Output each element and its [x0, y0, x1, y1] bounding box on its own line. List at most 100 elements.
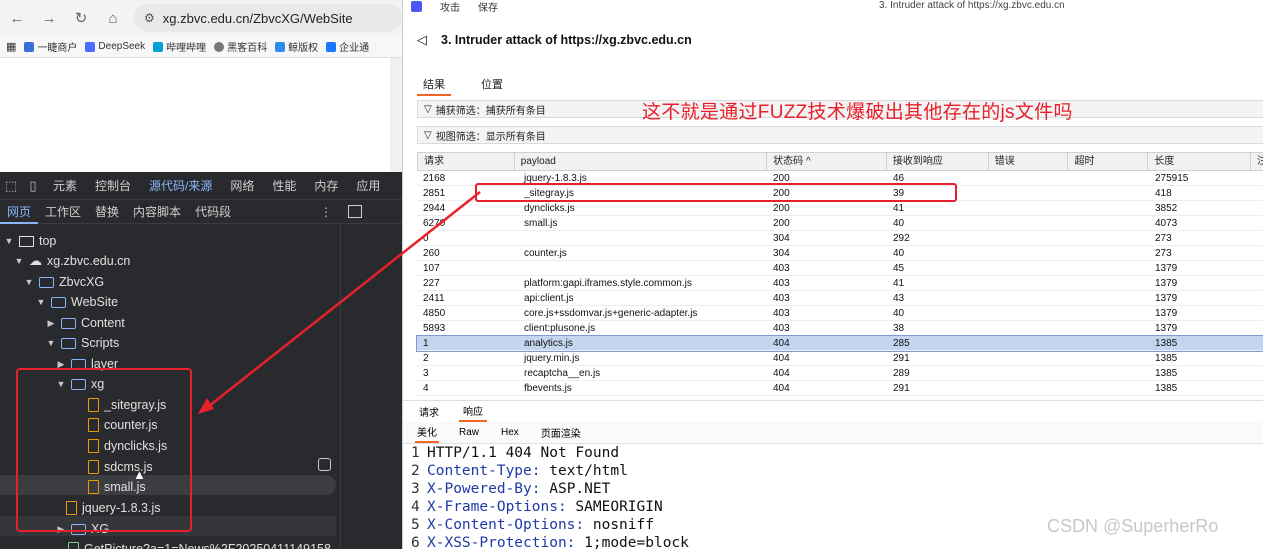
table-row[interactable]: 107 403 45 1379	[417, 261, 1263, 276]
back-icon[interactable]: ←	[6, 7, 28, 29]
tab-pretty[interactable]: 美化	[415, 422, 439, 443]
highlight-box	[475, 183, 957, 202]
bookmark-item[interactable]: 鲸版权	[275, 39, 318, 54]
table-cell: 285	[893, 338, 910, 349]
bookmark-item[interactable]: DeepSeek	[85, 41, 145, 52]
table-row[interactable]: 4 fbevents.js 404 291 1385	[417, 381, 1263, 396]
table-cell	[989, 216, 1069, 230]
table-cell	[989, 336, 1069, 350]
column-header[interactable]: 接收到响应	[887, 153, 989, 170]
tab-elements[interactable]: 元素	[44, 172, 86, 199]
table-row[interactable]: 2 jquery.min.js 404 291 1385	[417, 351, 1263, 366]
column-header[interactable]: 错误	[989, 153, 1069, 170]
devtools-tabbar: ⬚ ▯ 元素 控制台 源代码/来源 网络 性能 内存 应用	[0, 172, 402, 200]
home-icon[interactable]: ⌂	[102, 7, 124, 29]
tree-node-file[interactable]: GetPicture?a=1=News%2F20250411149158	[68, 539, 331, 549]
filter-icon: ▽	[424, 103, 432, 115]
subtab-snippets[interactable]: 代码段	[188, 200, 238, 224]
table-cell: 292	[893, 233, 910, 244]
table-row[interactable]: 1 analytics.js 404 285 1385	[416, 335, 1263, 352]
bookmarks-bar: ▦ 一睫商户 DeepSeek 哔哩哔哩 黑客百科 鲸版权 企业通	[0, 36, 402, 58]
table-cell: 404	[773, 338, 790, 349]
table-cell	[1069, 186, 1149, 200]
tree-node-top[interactable]: ▼ top	[4, 231, 57, 251]
tab-hex[interactable]: Hex	[499, 425, 521, 440]
table-row[interactable]: 2411 api:client.js 403 43 1379	[417, 291, 1263, 306]
table-row[interactable]: 227 platform:gapi.iframes.style.common.js…	[417, 276, 1263, 291]
page-content	[0, 58, 390, 172]
subtab-overrides[interactable]: 替换	[88, 200, 126, 224]
table-cell	[989, 201, 1069, 215]
tree-node-folder[interactable]: ▼ ZbvcXG	[24, 272, 105, 292]
menu-save[interactable]: 保存	[478, 0, 498, 14]
subtab-content-scripts[interactable]: 内容脚本	[126, 200, 188, 224]
tab-raw[interactable]: Raw	[457, 425, 481, 440]
table-row[interactable]: 260 counter.js 304 40 273	[417, 246, 1263, 261]
address-bar[interactable]: ⚙ xg.zbvc.edu.cn/ZbvcXG/WebSite	[134, 4, 402, 32]
column-header[interactable]: 状态码 ^	[767, 153, 887, 170]
tab-render[interactable]: 页面渲染	[539, 423, 583, 442]
tab-memory[interactable]: 内存	[305, 172, 347, 199]
apps-icon[interactable]: ▦	[6, 40, 16, 53]
forward-icon[interactable]: →	[38, 7, 60, 29]
tab-sources[interactable]: 源代码/来源	[140, 172, 221, 199]
table-cell	[1069, 351, 1149, 365]
more-options-icon[interactable]: ⋮	[320, 200, 332, 224]
table-row[interactable]: 6270 small.js 200 40 4073	[417, 216, 1263, 231]
attack-title: 3. Intruder attack of https://xg.zbvc.ed…	[441, 33, 692, 47]
tab-console[interactable]: 控制台	[86, 172, 140, 199]
table-cell: 291	[893, 353, 910, 364]
column-header[interactable]: payload	[515, 153, 768, 170]
device-toggle-icon[interactable]: ▯	[22, 172, 44, 199]
column-header[interactable]: 注	[1251, 153, 1263, 170]
table-cell	[1069, 231, 1149, 245]
column-header[interactable]: 超时	[1068, 153, 1149, 170]
tree-node-folder[interactable]: ▶ Content	[46, 313, 125, 333]
bookmark-icon	[24, 41, 35, 52]
table-row[interactable]: 3 recaptcha__en.js 404 289 1385	[417, 366, 1263, 381]
table-row[interactable]: 2944 dynclicks.js 200 41 3852	[417, 201, 1263, 216]
inspect-icon[interactable]: ⬚	[0, 172, 22, 199]
site-info-icon[interactable]: ⚙	[144, 11, 155, 25]
tab-response[interactable]: 响应	[459, 401, 487, 422]
filter-icon: ▽	[424, 129, 432, 141]
code-line: 4 X-Frame-Options: SAMEORIGIN	[411, 499, 663, 515]
table-row[interactable]: 0 304 292 273	[417, 231, 1263, 246]
subtab-page[interactable]: 网页	[0, 200, 39, 224]
tab-application[interactable]: 应用	[347, 172, 389, 199]
bookmark-item[interactable]: 一睫商户	[24, 39, 77, 54]
subtab-workspace[interactable]: 工作区	[38, 200, 88, 224]
tab-results[interactable]: 结果	[417, 74, 451, 96]
menu-attack[interactable]: 攻击	[440, 0, 460, 14]
table-cell: 1385	[1155, 368, 1178, 379]
table-cell	[1069, 381, 1149, 395]
table-row[interactable]: 5893 client:plusone.js 403 38 1379	[417, 321, 1263, 336]
request-response-tabs: 请求 响应	[403, 400, 1263, 422]
tab-network[interactable]: 网络	[221, 172, 263, 199]
bookmark-item[interactable]: 黑客百科	[214, 39, 267, 54]
view-filter-bar[interactable]: ▽ 视图筛选：显示所有条目	[417, 126, 1263, 144]
table-cell	[1069, 276, 1149, 290]
toggle-sidebar-icon[interactable]	[348, 205, 362, 218]
column-header[interactable]: 长度	[1148, 153, 1252, 170]
bookmark-item[interactable]: 哔哩哔哩	[153, 39, 206, 54]
table-cell: 5893	[423, 323, 446, 334]
tree-node-folder[interactable]: ▼ Scripts	[46, 333, 120, 353]
table-cell	[989, 171, 1069, 185]
highlight-box	[16, 368, 192, 532]
table-cell: 304	[773, 233, 790, 244]
table-cell	[989, 306, 1069, 320]
attack-target-icon: ◁	[417, 32, 427, 47]
tab-performance[interactable]: 性能	[263, 172, 305, 199]
copy-icon[interactable]	[318, 458, 331, 471]
tree-node-domain[interactable]: ▼ ☁ xg.zbvc.edu.cn	[14, 251, 131, 271]
column-header[interactable]: 请求	[418, 153, 515, 170]
tab-request[interactable]: 请求	[415, 402, 443, 421]
bookmark-item[interactable]: 企业通	[326, 39, 369, 54]
table-row[interactable]: 4850 core.js+ssdomvar.js+generic-adapter.…	[417, 306, 1263, 321]
page-scrollbar[interactable]	[390, 58, 402, 172]
tab-positions[interactable]: 位置	[475, 74, 509, 96]
annotation-text: 这不就是通过FUZZ技术爆破出其他存在的js文件吗	[642, 102, 1073, 123]
tree-node-folder[interactable]: ▼ WebSite	[36, 292, 118, 312]
reload-icon[interactable]: ↻	[70, 7, 92, 29]
